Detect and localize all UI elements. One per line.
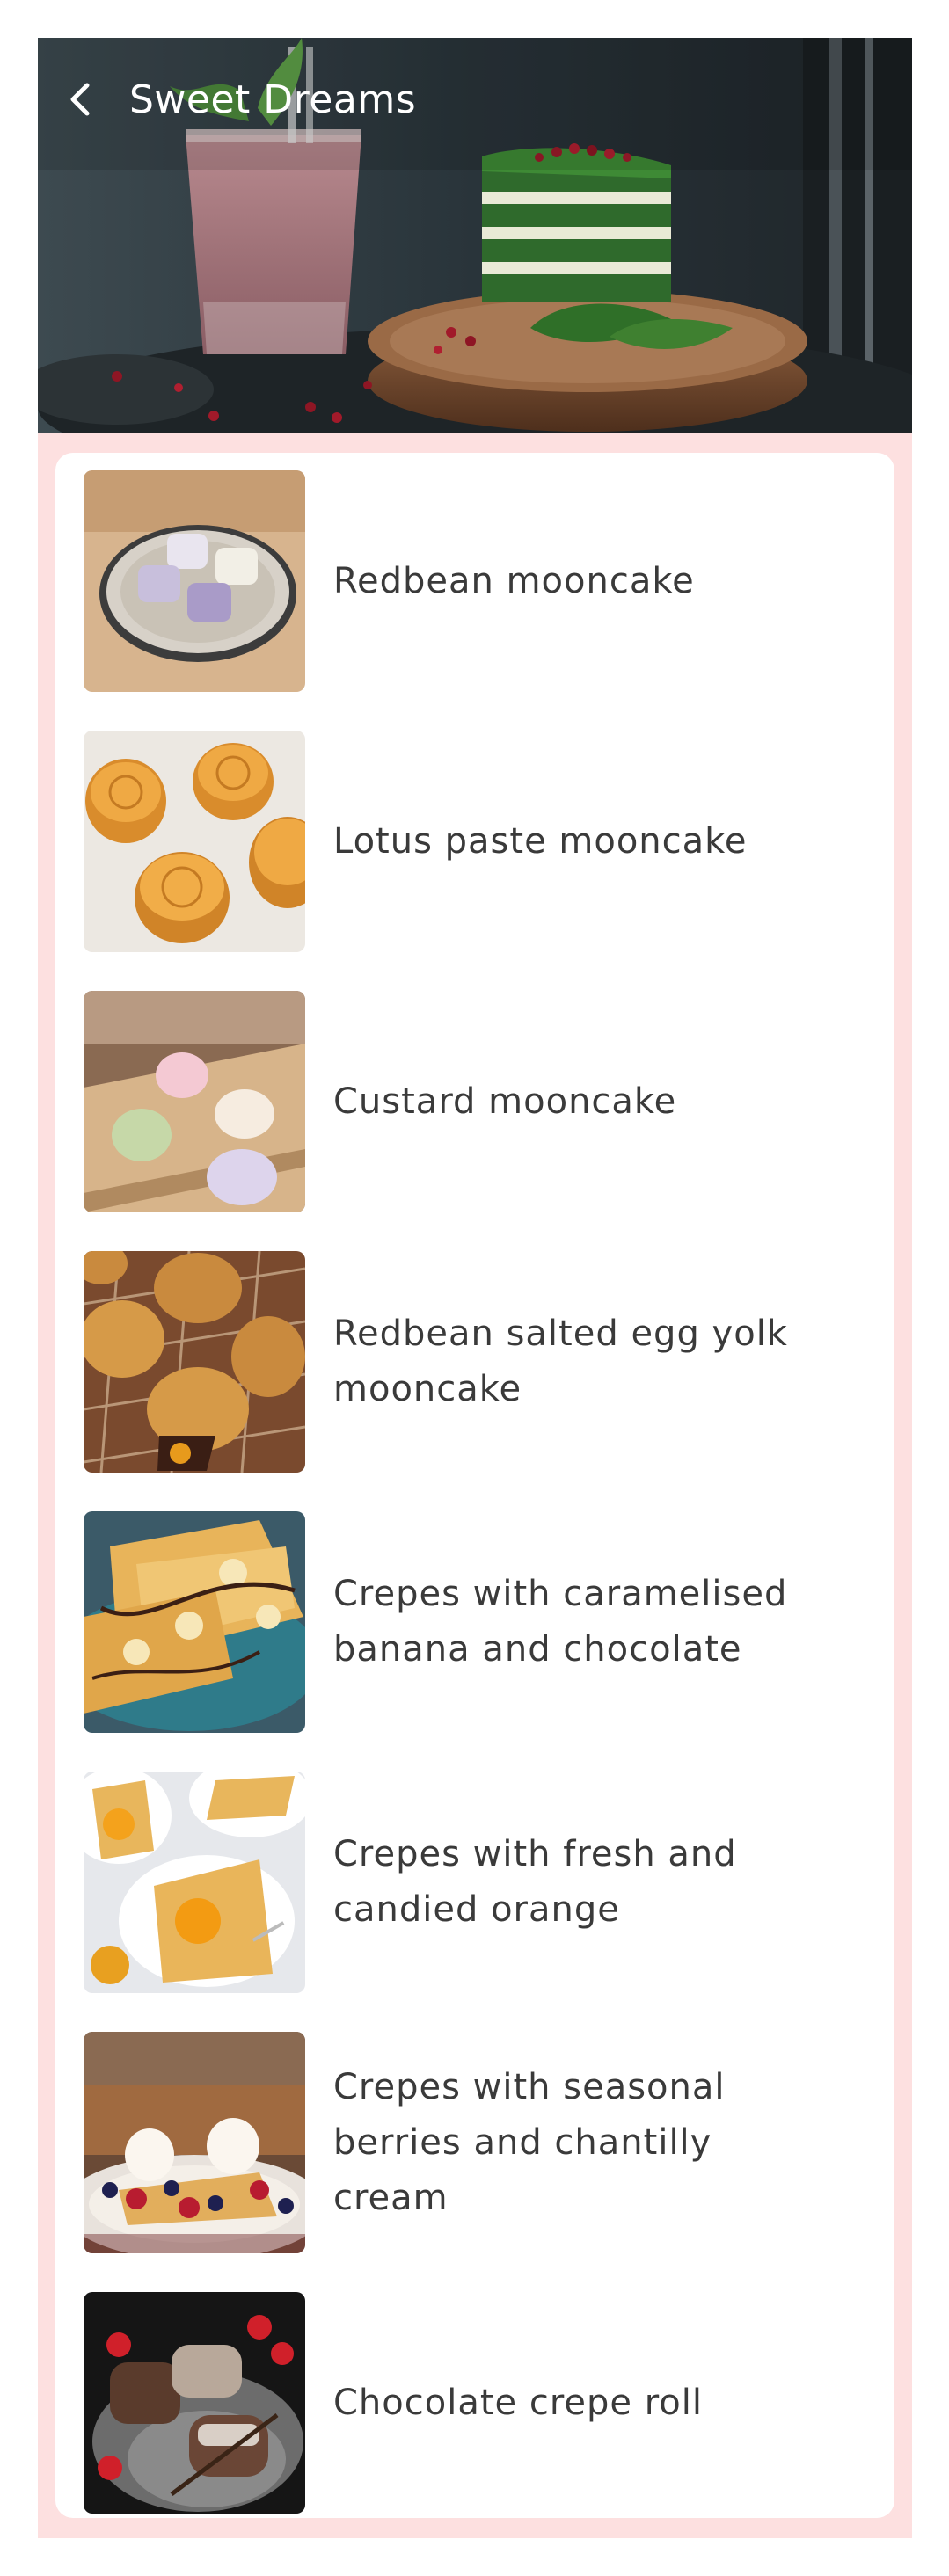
item-label: Crepes with caramelised banana and choco… (333, 1574, 788, 1670)
list-item[interactable]: Crepes with caramelised banana and choco… (84, 1511, 866, 1733)
item-label: Lotus paste mooncake (333, 820, 748, 862)
page-title: Sweet Dreams (129, 77, 417, 122)
list-item[interactable]: Lotus paste mooncake (84, 731, 866, 952)
list-item[interactable]: Redbean salted egg yolk mooncake (84, 1251, 866, 1473)
list-item[interactable]: Crepes with seasonal berries and chantil… (84, 2032, 866, 2253)
list-item[interactable]: Custard mooncake (84, 991, 866, 1212)
item-label: Crepes with seasonal berries and chantil… (333, 2066, 726, 2218)
lotus-mooncake-photo (84, 731, 305, 952)
list-item[interactable]: Chocolate crepe roll (84, 2292, 866, 2514)
app-frame: Sweet Dreams Redbean mooncake Lotus past… (38, 38, 912, 2538)
salted-egg-mooncake-photo (84, 1251, 305, 1473)
back-button[interactable] (61, 80, 99, 119)
chevron-left-icon (70, 83, 90, 116)
list-item[interactable]: Redbean mooncake (84, 470, 866, 692)
redbean-mooncake-photo (84, 470, 305, 692)
item-label: Crepes with fresh and candied orange (333, 1834, 737, 1930)
item-label: Redbean salted egg yolk mooncake (333, 1313, 788, 1409)
berry-crepes-photo (84, 2032, 305, 2253)
header-banner: Sweet Dreams (38, 38, 912, 433)
chocolate-crepe-roll-photo (84, 2292, 305, 2514)
item-label: Chocolate crepe roll (333, 2382, 703, 2423)
banana-crepes-photo (84, 1511, 305, 1733)
dessert-list: Redbean mooncake Lotus paste mooncake Cu… (55, 453, 894, 2518)
item-label: Custard mooncake (333, 1081, 677, 1122)
orange-crepes-photo (84, 1772, 305, 1993)
custard-mooncake-photo (84, 991, 305, 1212)
list-item[interactable]: Crepes with fresh and candied orange (84, 1772, 866, 1993)
item-label: Redbean mooncake (333, 560, 695, 601)
